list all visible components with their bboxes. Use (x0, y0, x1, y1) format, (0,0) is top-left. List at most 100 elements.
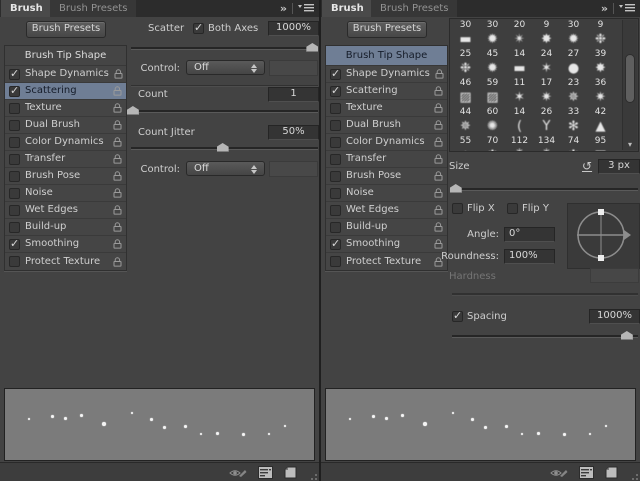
tab-brush-presets[interactable]: Brush Presets (371, 0, 457, 17)
brush-preset-thumbnail[interactable]: ✶ (533, 60, 560, 77)
preset-manager-icon[interactable] (258, 466, 273, 481)
lock-icon[interactable] (434, 103, 443, 113)
slider-thumb[interactable] (306, 43, 318, 52)
setting-enabled-checkbox[interactable] (330, 120, 341, 131)
settings-item-shape-dynamics[interactable]: Shape Dynamics (326, 66, 447, 83)
settings-item-color-dynamics[interactable]: Color Dynamics (326, 134, 447, 151)
tab-brush[interactable]: Brush (322, 0, 373, 17)
live-tip-preview-icon[interactable] (229, 466, 247, 481)
settings-item-protect-texture[interactable]: Protect Texture (5, 253, 126, 270)
slider-thumb[interactable] (127, 106, 139, 115)
lock-icon[interactable] (113, 257, 122, 267)
angle-roundness-control[interactable] (567, 203, 640, 269)
spacing-checkbox[interactable] (452, 311, 463, 322)
settings-item-dual-brush[interactable]: Dual Brush (326, 117, 447, 134)
lock-icon[interactable] (434, 171, 443, 181)
brush-preset-thumbnail[interactable]: ✹ (560, 31, 587, 48)
spacing-value[interactable]: 1000% (589, 309, 640, 324)
brush-preset-thumbnail[interactable]: ▬ (452, 31, 479, 48)
size-slider[interactable] (452, 183, 638, 193)
control-select[interactable]: Off (186, 60, 265, 75)
brush-preset-thumbnail[interactable]: ⁂ (533, 147, 560, 151)
lock-icon[interactable] (113, 222, 122, 232)
setting-enabled-checkbox[interactable] (330, 69, 341, 80)
brush-tip-shape-header[interactable]: Brush Tip Shape (5, 46, 126, 66)
slider-thumb[interactable] (217, 143, 229, 152)
scroll-down-icon[interactable]: ▾ (623, 140, 637, 150)
brush-preset-thumbnail[interactable]: ⁂ (506, 147, 533, 151)
settings-item-scattering[interactable]: Scattering (5, 83, 126, 100)
brush-preset-thumbnail[interactable]: ▨ (452, 89, 479, 106)
count-slider[interactable] (131, 105, 318, 115)
setting-enabled-checkbox[interactable] (9, 205, 20, 216)
setting-enabled-checkbox[interactable] (330, 222, 341, 233)
both-axes-checkbox[interactable] (193, 23, 204, 34)
setting-enabled-checkbox[interactable] (9, 256, 20, 267)
brush-preset-thumbnail[interactable]: ❉ (479, 147, 506, 151)
settings-item-smoothing[interactable]: Smoothing (326, 236, 447, 253)
settings-item-texture[interactable]: Texture (326, 100, 447, 117)
grid-scrollbar[interactable]: ▾ (622, 20, 637, 150)
count-jitter-value[interactable]: 50% (268, 125, 319, 140)
brush-preset-thumbnail[interactable]: ✹ (479, 60, 506, 77)
brush-preset-thumbnail[interactable]: ❉ (452, 60, 479, 77)
settings-item-wet-edges[interactable]: Wet Edges (326, 202, 447, 219)
settings-item-brush-pose[interactable]: Brush Pose (5, 168, 126, 185)
brush-tip-shape-header[interactable]: Brush Tip Shape (326, 46, 447, 66)
settings-item-transfer[interactable]: Transfer (5, 151, 126, 168)
brush-preset-thumbnail[interactable]: ▲ (587, 118, 614, 135)
brush-preset-thumbnail[interactable]: ✷ (587, 89, 614, 106)
restore-sample-size-icon[interactable]: ↺ (582, 159, 592, 173)
flip-y-checkbox[interactable] (507, 203, 518, 214)
lock-icon[interactable] (113, 188, 122, 198)
slider-thumb[interactable] (450, 184, 462, 193)
settings-item-shape-dynamics[interactable]: Shape Dynamics (5, 66, 126, 83)
setting-enabled-checkbox[interactable] (330, 137, 341, 148)
slider-thumb[interactable] (621, 331, 633, 340)
setting-enabled-checkbox[interactable] (330, 86, 341, 97)
settings-item-build-up[interactable]: Build-up (5, 219, 126, 236)
brush-preset-thumbnail[interactable]: ✶ (506, 89, 533, 106)
lock-icon[interactable] (113, 205, 122, 215)
setting-enabled-checkbox[interactable] (9, 120, 20, 131)
brush-preset-thumbnail[interactable]: ✵ (560, 89, 587, 106)
create-new-brush-icon[interactable] (284, 466, 297, 481)
brush-preset-thumbnail[interactable]: ▲ (452, 147, 479, 151)
settings-item-texture[interactable]: Texture (5, 100, 126, 117)
lock-icon[interactable] (434, 222, 443, 232)
brush-presets-button[interactable]: Brush Presets (26, 21, 106, 38)
lock-icon[interactable] (114, 69, 123, 79)
create-new-brush-icon[interactable] (605, 466, 618, 481)
brush-preset-thumbnail[interactable]: ▨ (479, 89, 506, 106)
setting-enabled-checkbox[interactable] (330, 256, 341, 267)
roundness-value[interactable]: 100% (504, 249, 555, 264)
collapse-panels-icon[interactable]: » (601, 4, 608, 14)
brush-preset-thumbnail[interactable]: ✸ (533, 31, 560, 48)
tab-brush-presets[interactable]: Brush Presets (50, 0, 136, 17)
brush-preset-thumbnail[interactable]: ● (560, 60, 587, 77)
setting-enabled-checkbox[interactable] (9, 239, 20, 250)
settings-item-color-dynamics[interactable]: Color Dynamics (5, 134, 126, 151)
collapse-panels-icon[interactable]: » (280, 4, 287, 14)
setting-enabled-checkbox[interactable] (330, 171, 341, 182)
settings-item-scattering[interactable]: Scattering (326, 83, 447, 100)
setting-enabled-checkbox[interactable] (9, 137, 20, 148)
setting-enabled-checkbox[interactable] (330, 154, 341, 165)
angle-value[interactable]: 0° (504, 227, 555, 242)
setting-enabled-checkbox[interactable] (9, 103, 20, 114)
lock-icon[interactable] (113, 239, 122, 249)
brush-preset-thumbnail[interactable]: ✺ (479, 118, 506, 135)
settings-item-build-up[interactable]: Build-up (326, 219, 447, 236)
lock-icon[interactable] (434, 239, 443, 249)
setting-enabled-checkbox[interactable] (9, 222, 20, 233)
setting-enabled-checkbox[interactable] (330, 188, 341, 199)
setting-enabled-checkbox[interactable] (9, 154, 20, 165)
live-tip-preview-icon[interactable] (550, 466, 568, 481)
scrollbar-thumb[interactable] (625, 54, 635, 103)
lock-icon[interactable] (434, 188, 443, 198)
brush-preset-thumbnail[interactable]: ✴ (506, 31, 533, 48)
brush-preset-thumbnail[interactable]: ✻ (560, 118, 587, 135)
settings-item-dual-brush[interactable]: Dual Brush (5, 117, 126, 134)
settings-item-wet-edges[interactable]: Wet Edges (5, 202, 126, 219)
resize-grip[interactable] (630, 472, 638, 480)
